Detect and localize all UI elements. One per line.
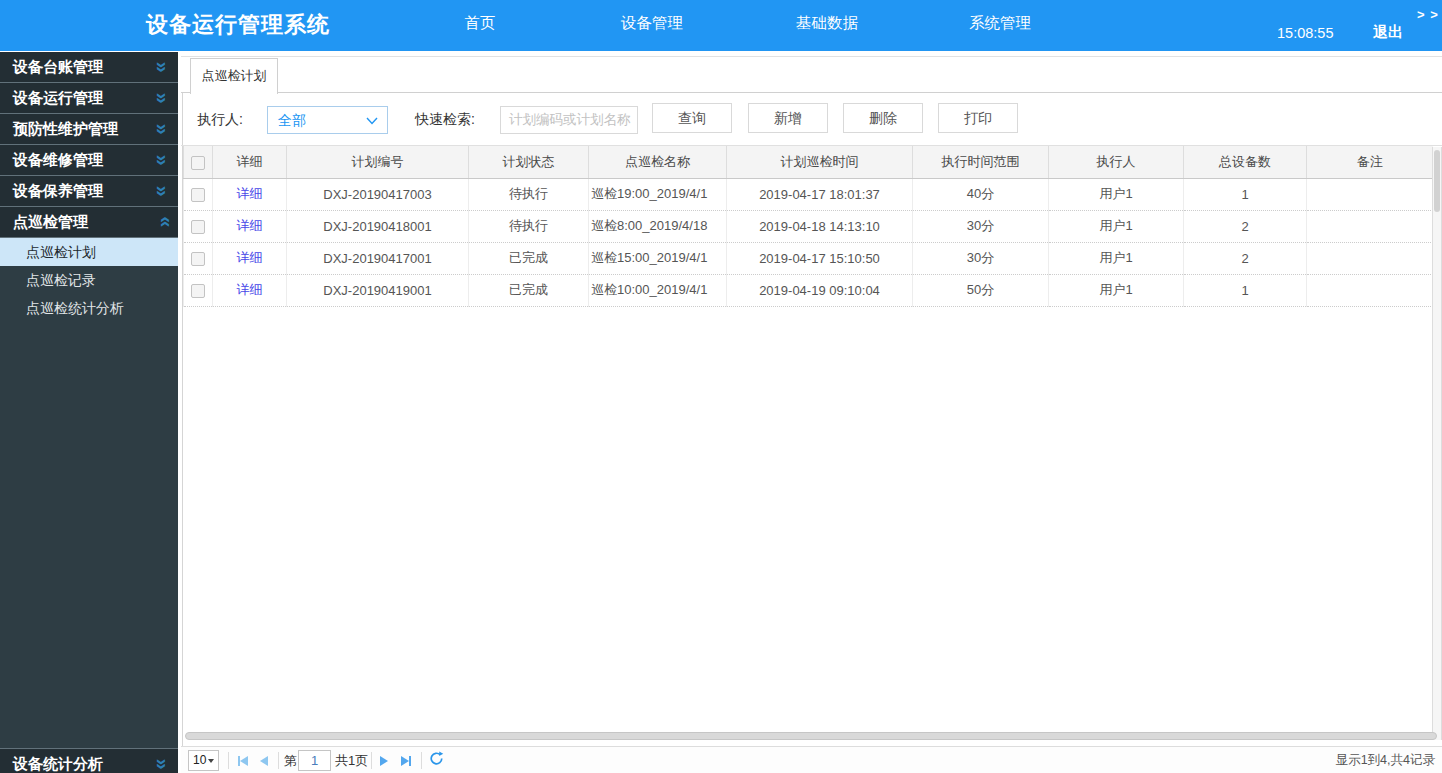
col-time: 计划巡检时间 — [727, 146, 913, 178]
nav-equipment[interactable]: 设备管理 — [621, 13, 683, 34]
row-checkbox[interactable] — [191, 284, 205, 298]
delete-button[interactable]: 删除 — [843, 103, 923, 133]
sidebar: 设备台账管理» 设备运行管理» 预防性维护管理» 设备维修管理» 设备保养管理»… — [0, 52, 178, 773]
table-row: 详细 DXJ-20190419001 已完成 巡检10:00_2019/4/1 … — [184, 274, 1433, 306]
first-page-button[interactable] — [238, 756, 248, 766]
chevron-down-icon: » — [147, 92, 177, 103]
detail-link[interactable]: 详细 — [237, 218, 263, 233]
col-remark: 备注 — [1307, 146, 1433, 178]
prev-page-button[interactable] — [260, 756, 268, 766]
row-checkbox[interactable] — [191, 220, 205, 234]
pagination-bar: 10 第 1 共1页 显示1到4,共4记录 — [181, 746, 1442, 773]
col-name: 点巡检名称 — [589, 146, 727, 178]
sidebar-item-dianxunjian[interactable]: 点巡检管理» — [0, 207, 178, 238]
row-checkbox[interactable] — [191, 252, 205, 266]
detail-link[interactable]: 详细 — [237, 186, 263, 201]
col-code: 计划编号 — [287, 146, 469, 178]
executor-label: 执行人: — [197, 93, 243, 146]
col-status: 计划状态 — [469, 146, 589, 178]
tab-bar: 点巡检计划 — [181, 56, 1442, 93]
sidebar-item-taizhang[interactable]: 设备台账管理» — [0, 52, 178, 83]
tab-dianxunjian-jihua[interactable]: 点巡检计划 — [190, 58, 278, 94]
query-button[interactable]: 查询 — [652, 103, 732, 133]
select-all-checkbox[interactable] — [191, 156, 205, 170]
app-title: 设备运行管理系统 — [146, 10, 330, 40]
clock: 15:08:55 — [1277, 25, 1333, 41]
content-left-border — [182, 56, 183, 773]
nav-system[interactable]: 系统管理 — [969, 13, 1031, 34]
sidebar-item-yunxing[interactable]: 设备运行管理» — [0, 83, 178, 114]
top-header: 设备运行管理系统 首页 设备管理 基础数据 系统管理 15:08:55 退出 >… — [0, 0, 1442, 51]
header-checkbox-cell — [184, 146, 213, 178]
submenu-dianxunjian: 点巡检计划 点巡检记录 点巡检统计分析 — [0, 238, 178, 322]
table-header-row: 详细 计划编号 计划状态 点巡检名称 计划巡检时间 执行时间范围 执行人 总设备… — [184, 146, 1433, 178]
sidebar-item-tongjifenxi[interactable]: 设备统计分析» — [0, 748, 178, 773]
table-row: 详细 DXJ-20190417003 待执行 巡检19:00_2019/4/1 … — [184, 178, 1433, 210]
table-row: 详细 DXJ-20190418001 待执行 巡检8:00_2019/4/18 … — [184, 210, 1433, 242]
caret-down-icon — [208, 759, 214, 763]
search-input[interactable]: 计划编码或计划名称 — [500, 106, 638, 134]
print-button[interactable]: 打印 — [938, 103, 1018, 133]
chevron-down-icon: » — [147, 154, 177, 165]
vertical-scrollbar-thumb[interactable] — [1434, 150, 1440, 212]
page-size-select[interactable]: 10 — [188, 750, 219, 771]
col-detail: 详细 — [213, 146, 287, 178]
plan-table: 详细 计划编号 计划状态 点巡检名称 计划巡检时间 执行时间范围 执行人 总设备… — [183, 146, 1433, 307]
detail-link[interactable]: 详细 — [237, 282, 263, 297]
col-range: 执行时间范围 — [913, 146, 1049, 178]
last-page-button[interactable] — [401, 756, 411, 766]
chevron-down-icon — [366, 117, 378, 125]
sidebar-subitem-tongji[interactable]: 点巡检统计分析 — [0, 294, 178, 322]
executor-select[interactable]: 全部 — [267, 106, 388, 134]
sidebar-subitem-jilu[interactable]: 点巡检记录 — [0, 266, 178, 294]
sidebar-item-weixiu[interactable]: 设备维修管理» — [0, 145, 178, 176]
next-page-button[interactable] — [380, 756, 388, 766]
total-pages-label: 共1页 — [335, 747, 368, 773]
row-checkbox[interactable] — [191, 188, 205, 202]
page-number-input[interactable]: 1 — [298, 750, 331, 771]
sidebar-item-yufangxing[interactable]: 预防性维护管理» — [0, 114, 178, 145]
add-button[interactable]: 新增 — [748, 103, 828, 133]
refresh-icon[interactable] — [429, 753, 444, 763]
search-label: 快速检索: — [415, 93, 475, 146]
vertical-scrollbar[interactable] — [1432, 147, 1442, 740]
detail-link[interactable]: 详细 — [237, 250, 263, 265]
collapse-icon[interactable]: > > — [1417, 7, 1439, 22]
record-info: 显示1到4,共4记录 — [1336, 747, 1435, 773]
logout-button[interactable]: 退出 — [1373, 23, 1403, 42]
horizontal-scrollbar-thumb[interactable] — [185, 732, 1437, 740]
nav-home[interactable]: 首页 — [465, 13, 496, 34]
chevron-down-icon: » — [147, 61, 177, 72]
chevron-up-icon: » — [147, 216, 177, 227]
main-content: 点巡检计划 执行人: 全部 快速检索: 计划编码或计划名称 查询 新增 删除 打… — [181, 52, 1442, 773]
col-count: 总设备数 — [1184, 146, 1307, 178]
chevron-down-icon: » — [147, 123, 177, 134]
sidebar-item-baoyang[interactable]: 设备保养管理» — [0, 176, 178, 207]
chevron-down-icon: » — [147, 758, 177, 769]
table-row: 详细 DXJ-20190417001 已完成 巡检15:00_2019/4/1 … — [184, 242, 1433, 274]
sidebar-subitem-jihua[interactable]: 点巡检计划 — [0, 238, 178, 266]
nav-basedata[interactable]: 基础数据 — [796, 13, 858, 34]
chevron-down-icon: » — [147, 185, 177, 196]
col-executor: 执行人 — [1049, 146, 1184, 178]
filter-bar: 执行人: 全部 快速检索: 计划编码或计划名称 查询 新增 删除 打印 — [181, 93, 1442, 146]
page-label: 第 — [284, 747, 297, 773]
